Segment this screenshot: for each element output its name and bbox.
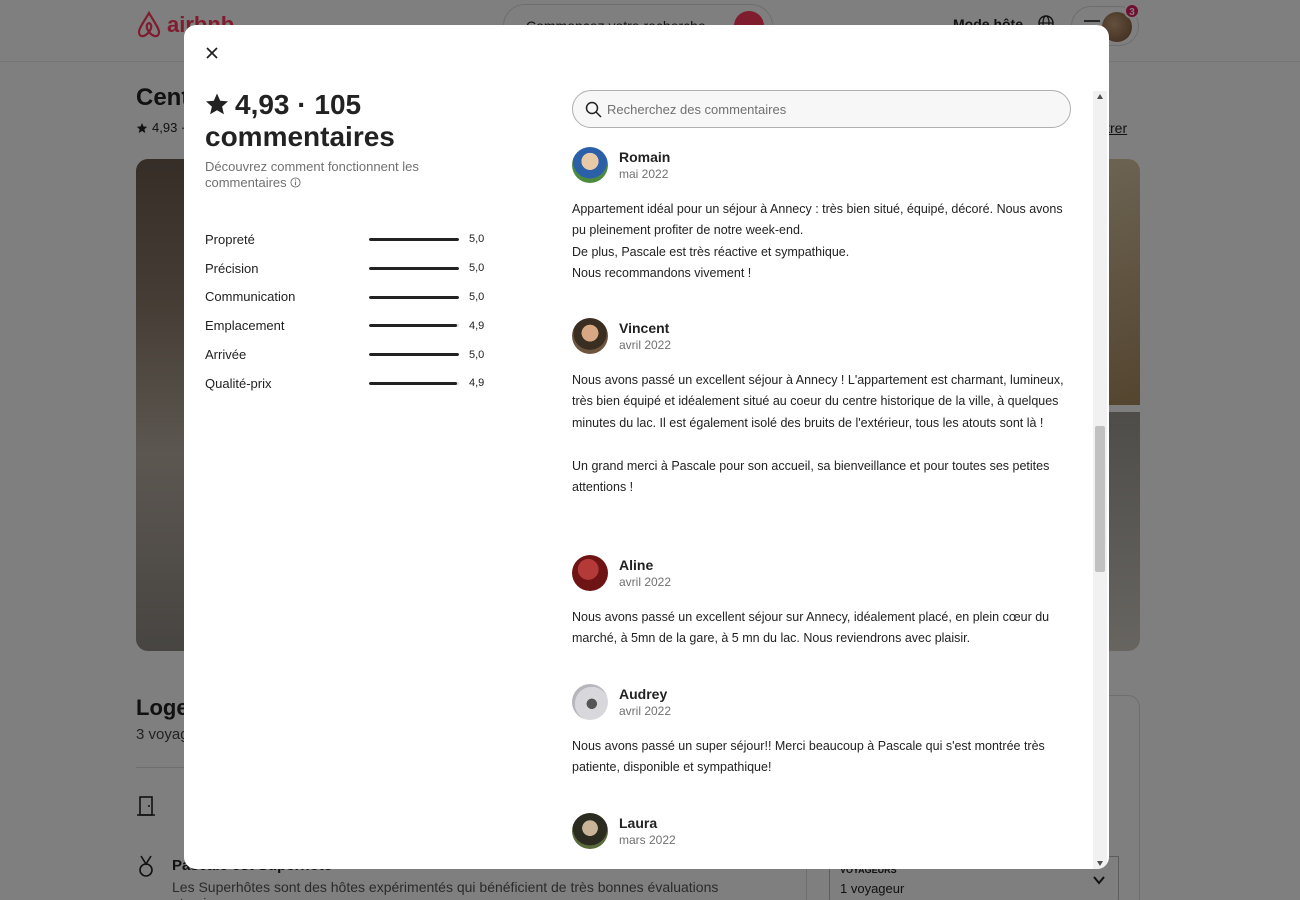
- category-rating-row: Emplacement 4,9: [205, 311, 485, 340]
- category-label: Qualité-prix: [205, 375, 272, 391]
- reviewer-avatar[interactable]: [572, 318, 608, 354]
- review-text: Nous avons passé un super séjour!! Merci…: [572, 739, 1045, 775]
- review-count-label: commentaires: [205, 121, 395, 152]
- category-value: 5,0: [469, 348, 485, 361]
- reviewer-avatar[interactable]: [572, 147, 608, 183]
- close-icon: [206, 47, 218, 59]
- review-header: Vincent avril 2022: [572, 316, 1072, 356]
- reviewer-name: Romain: [619, 148, 671, 165]
- reviewer-meta: Laura mars 2022: [619, 815, 676, 848]
- review-header: Romain mai 2022: [572, 145, 1072, 185]
- reviewer-avatar[interactable]: [572, 684, 608, 720]
- category-rating-fill: [369, 381, 458, 385]
- category-rating-bar: [369, 324, 459, 328]
- scrollbar-thumb[interactable]: [1095, 426, 1105, 572]
- info-icon: [290, 177, 301, 188]
- review-search-box[interactable]: [572, 90, 1071, 128]
- scroll-up-arrow-icon[interactable]: [1096, 93, 1104, 101]
- close-button[interactable]: [200, 41, 224, 65]
- category-value: 5,0: [469, 262, 485, 275]
- reviewer-avatar[interactable]: [572, 813, 608, 849]
- category-ratings: Propreté 5,0 Précision 5,0 Communication 5,0 E…: [205, 225, 485, 398]
- category-rating-bar: [369, 266, 459, 270]
- category-value: 4,9: [469, 377, 485, 390]
- reviewer-meta: Vincent avril 2022: [619, 320, 671, 353]
- review-header: Laura mars 2022: [572, 811, 1072, 851]
- review-item: Vincent avril 2022 Nous avons passé un e…: [572, 316, 1072, 498]
- category-rating-bar: [369, 353, 459, 357]
- category-label: Communication: [205, 289, 296, 305]
- category-label: Arrivée: [205, 347, 247, 363]
- how-reviews-work-text: Découvrez comment fonctionnent les comme…: [205, 159, 419, 190]
- category-value: 5,0: [469, 233, 485, 246]
- category-rating-row: Précision 5,0: [205, 254, 485, 283]
- review-item: Laura mars 2022: [572, 811, 1072, 851]
- review-header: Audrey avril 2022: [572, 682, 1072, 722]
- reviews-summary: 4,93 · 105 commentaires Découvrez commen…: [205, 89, 505, 191]
- category-rating-fill: [369, 295, 459, 299]
- category-label: Précision: [205, 260, 259, 276]
- category-rating-row: Qualité-prix 4,9: [205, 369, 485, 398]
- reviewer-meta: Audrey avril 2022: [619, 686, 671, 719]
- review-date: mars 2022: [619, 832, 676, 847]
- reviewer-avatar[interactable]: [572, 555, 608, 591]
- reviewer-meta: Romain mai 2022: [619, 149, 670, 182]
- review-date: avril 2022: [619, 337, 672, 352]
- category-value: 5,0: [469, 290, 485, 303]
- review-search-input[interactable]: [607, 91, 1057, 127]
- review-date: avril 2022: [619, 574, 672, 589]
- reviewer-name: Laura: [619, 814, 658, 831]
- review-text: Appartement idéal pour un séjour à Annec…: [572, 202, 1063, 281]
- how-reviews-work-link[interactable]: Découvrez comment fonctionnent les comme…: [205, 159, 445, 191]
- category-rating-row: Arrivée 5,0: [205, 340, 485, 369]
- search-icon: [585, 101, 602, 118]
- review-item: Romain mai 2022 Appartement idéal pour u…: [572, 145, 1072, 285]
- reviewer-name: Audrey: [619, 685, 668, 702]
- review-header: Aline avril 2022: [572, 553, 1072, 593]
- reviewer-name: Vincent: [619, 319, 670, 336]
- category-rating-bar: [369, 295, 459, 299]
- star-icon: [206, 93, 228, 115]
- reviews-modal: 4,93 · 105 commentaires Découvrez commen…: [184, 25, 1109, 869]
- category-value: 4,9: [469, 319, 485, 332]
- overall-rating-value: 4,93 · 105: [235, 89, 362, 120]
- review-item: Audrey avril 2022 Nous avons passé un su…: [572, 682, 1072, 779]
- category-rating-fill: [369, 238, 459, 241]
- category-label: Propreté: [205, 231, 255, 247]
- review-date: mai 2022: [619, 166, 669, 181]
- review-text: Nous avons passé un excellent séjour à A…: [572, 373, 1064, 495]
- review-text: Nous avons passé un excellent séjour sur…: [572, 610, 1050, 646]
- reviewer-name: Aline: [619, 556, 654, 573]
- scroll-down-arrow-icon[interactable]: [1096, 859, 1104, 867]
- category-label: Emplacement: [205, 318, 285, 334]
- category-rating-fill: [369, 266, 459, 270]
- category-rating-bar: [369, 238, 459, 241]
- category-rating-bar: [369, 381, 459, 385]
- reviewer-meta: Aline avril 2022: [619, 557, 671, 590]
- review-date: avril 2022: [619, 703, 672, 718]
- overall-rating: 4,93 · 105: [205, 89, 505, 121]
- category-rating-fill: [369, 324, 458, 328]
- review-item: Aline avril 2022 Nous avons passé un exc…: [572, 553, 1072, 650]
- review-list-scrollbar[interactable]: [1093, 91, 1107, 869]
- category-rating-fill: [369, 353, 459, 357]
- category-rating-row: Propreté 5,0: [205, 225, 485, 254]
- category-rating-row: Communication 5,0: [205, 283, 485, 312]
